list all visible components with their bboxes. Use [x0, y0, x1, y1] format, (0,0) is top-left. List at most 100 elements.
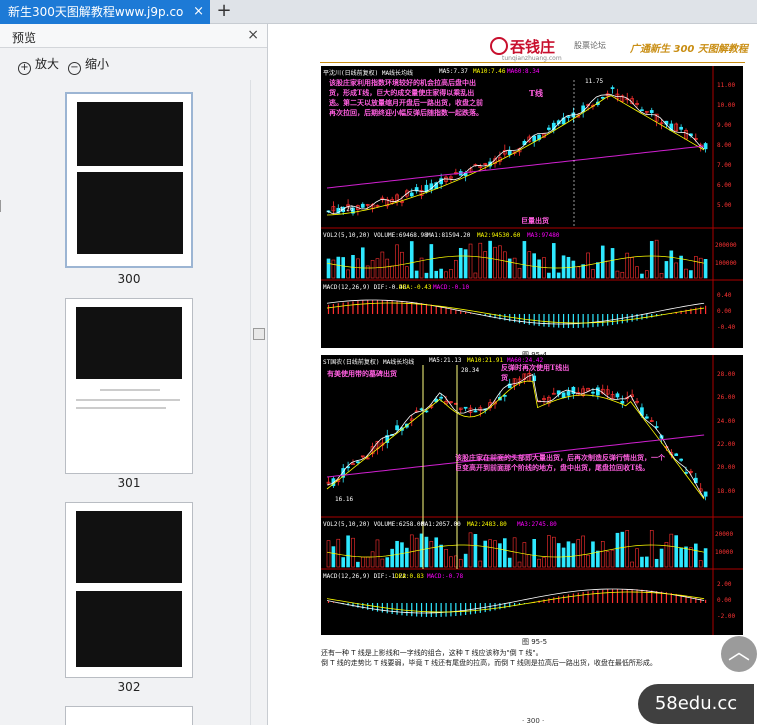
thumbnail-list: 300 301 302	[0, 80, 250, 725]
volume-bar	[610, 248, 615, 279]
volume-bar	[503, 538, 507, 568]
volume-bar	[610, 549, 615, 568]
volume-bar	[571, 260, 576, 279]
volume-bar	[517, 561, 522, 568]
macd-tick-label: 0.00	[717, 308, 732, 315]
candle	[610, 87, 615, 89]
page-thumbnail-303[interactable]	[65, 706, 193, 725]
new-tab-button[interactable]: +	[214, 1, 234, 23]
volume-bar	[630, 257, 634, 279]
volume-bar	[542, 557, 546, 568]
price-tick-label: 8.00	[717, 142, 732, 149]
zoom-in-button[interactable]: + 放大	[18, 55, 59, 75]
volume-bar	[351, 537, 355, 568]
volume-bar	[326, 540, 331, 568]
volume-bar	[664, 261, 669, 279]
volume-bar	[331, 546, 336, 568]
volume-bar	[698, 560, 703, 568]
volume-bar	[463, 249, 468, 279]
volume-bar	[547, 272, 551, 279]
volume-bar	[532, 539, 536, 568]
chart-1-volume-title: VOL2(5,10,20) VOLUME:69468.98	[323, 232, 428, 239]
volume-bar	[409, 241, 414, 279]
volume-bar	[694, 256, 698, 279]
volume-bar	[468, 532, 473, 568]
candle	[674, 453, 679, 456]
thumbnail-chart	[77, 102, 183, 166]
volume-bar	[561, 255, 566, 279]
thumbnail-chart	[77, 172, 183, 254]
candle	[644, 416, 649, 419]
close-icon[interactable]: ×	[247, 27, 259, 43]
volume-bar	[346, 535, 350, 568]
volume-bar	[449, 556, 453, 568]
chart-2-macd-title: MACD(12,26,9) DIF:-1.22	[323, 573, 407, 580]
volume-bar	[365, 556, 370, 568]
volume-bar	[356, 258, 360, 279]
logo-icon	[490, 37, 508, 55]
thumbnail-scrollbar[interactable]	[250, 80, 267, 725]
volume-bar	[703, 548, 708, 568]
volume-bar	[522, 241, 527, 279]
volume-bar	[424, 536, 429, 568]
preview-panel: 预览 × + 放大 − 缩小 300 301 302	[0, 24, 268, 725]
price-tick-label: 22.00	[717, 441, 736, 448]
volume-bar	[596, 262, 600, 279]
volume-bar	[605, 551, 610, 568]
zoom-out-button[interactable]: − 缩小	[68, 55, 109, 75]
volume-bar	[635, 548, 639, 568]
volume-bar	[380, 558, 385, 568]
scroll-up-button[interactable]: ︿	[721, 636, 757, 672]
volume-bar	[488, 240, 492, 279]
macd-dea-line	[326, 591, 705, 613]
page-thumbnail-300[interactable]	[65, 92, 193, 268]
scrollbar-thumb[interactable]	[253, 328, 265, 340]
candle	[596, 387, 600, 396]
chart-1-macd-title: MACD(12,26,9) DIF:-0.48	[323, 284, 407, 291]
volume-bar	[674, 262, 679, 279]
volume-bar	[478, 560, 483, 568]
preview-header: 预览 ×	[0, 24, 267, 48]
stock-chart-2: ST国农(日线前复权) MA线长均线 MA5:21.13 MA10:21.91 …	[321, 355, 743, 635]
volume-bar	[654, 558, 659, 568]
candle	[473, 410, 478, 413]
zoom-out-label: 缩小	[85, 57, 110, 71]
volume-bar	[409, 534, 414, 568]
price-tick-label: 24.00	[717, 417, 736, 425]
volume-bar	[414, 537, 419, 568]
document-tab[interactable]: 新生300天图解教程www.j9p.co ×	[0, 0, 210, 24]
volume-bar	[395, 244, 399, 279]
candle	[649, 110, 654, 113]
volume-bar	[689, 547, 693, 568]
candle	[703, 491, 708, 497]
price-tick-label: 9.00	[717, 122, 732, 129]
chart-1-ma60: MA60:8.34	[507, 68, 540, 75]
chart-2-annotation-top: 反弹时再次使用T线出货	[501, 363, 570, 382]
volume-tick-label: 200000	[715, 242, 737, 249]
volume-bar	[385, 557, 390, 568]
volume-bar	[522, 542, 527, 568]
volume-tick-label: 20000	[715, 531, 734, 538]
document-tab-title: 新生300天图解教程www.j9p.co	[8, 5, 184, 19]
volume-bar	[341, 257, 345, 279]
price-tick-label: 6.00	[717, 182, 732, 189]
stock-chart-1: 平沈川(日线前复权) MA线长均线 MA5:7.37 MA10:7.46 MA6…	[321, 66, 743, 348]
volume-bar	[356, 561, 360, 568]
volume-bar	[351, 254, 355, 279]
volume-bar	[326, 258, 331, 279]
page-thumbnail-301[interactable]	[65, 298, 193, 474]
volume-bar	[659, 273, 664, 279]
volume-bar	[444, 271, 448, 279]
volume-bar	[473, 534, 478, 568]
page-thumbnail-302[interactable]	[65, 502, 193, 678]
price-tick-label: 5.00	[717, 202, 732, 209]
volume-bar	[498, 543, 502, 568]
candle	[679, 458, 683, 461]
page-number-302: 302	[117, 680, 141, 694]
price-tick-label: 26.00	[717, 394, 736, 402]
volume-bar	[669, 533, 674, 568]
volume-bar	[434, 537, 439, 568]
tab-close-icon[interactable]: ×	[193, 0, 204, 24]
volume-tick-label: 100000	[715, 260, 737, 267]
candle	[620, 400, 625, 404]
